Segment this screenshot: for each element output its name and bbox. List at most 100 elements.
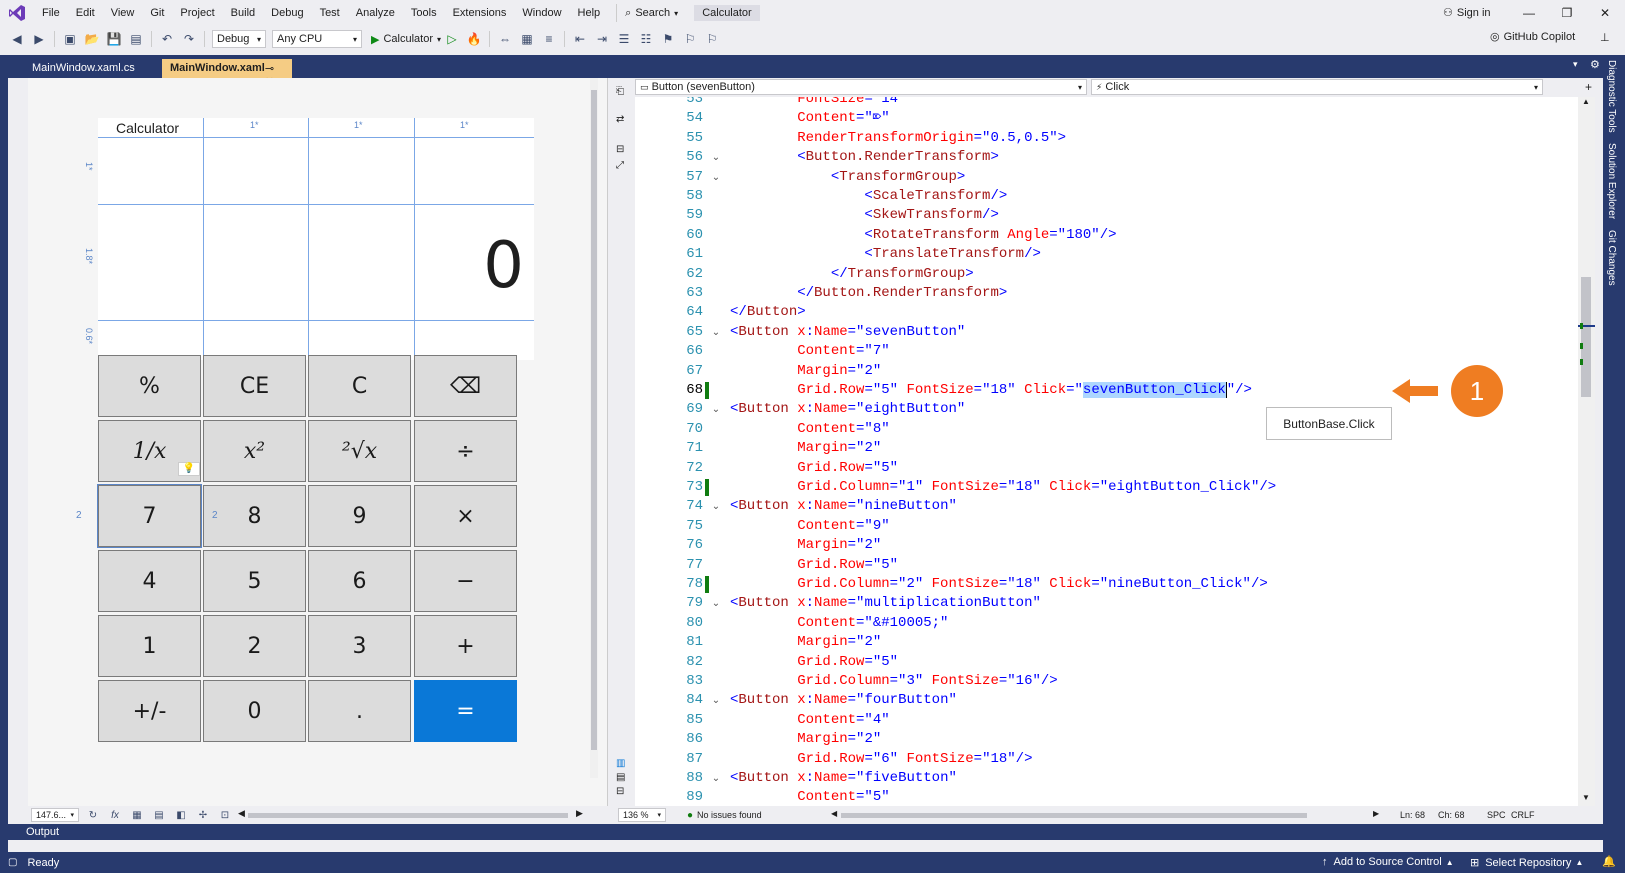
snap-icon[interactable]: ✢	[194, 806, 212, 824]
menu-test[interactable]: Test	[312, 0, 348, 26]
calc-button-percent[interactable]: %	[98, 355, 201, 417]
calc-button-plus[interactable]: +	[414, 615, 517, 677]
design-view-icon[interactable]: ▥	[616, 758, 625, 769]
calc-button-c[interactable]: C	[308, 355, 411, 417]
editor-scroll-thumb[interactable]	[1581, 277, 1591, 397]
tab-overflow-icon[interactable]: ▾	[1573, 59, 1578, 70]
fold-toggle-icon[interactable]: ⌄	[710, 400, 722, 419]
code-line[interactable]: <Button x:Name="nineButton"	[730, 497, 957, 516]
menu-tools[interactable]: Tools	[403, 0, 445, 26]
pop-out-icon[interactable]: ⤢	[616, 160, 624, 171]
visual-studio-logo-icon[interactable]	[0, 0, 34, 26]
code-line[interactable]: </Button>	[730, 303, 806, 322]
editor-horizontal-scrollbar[interactable]	[841, 813, 1307, 818]
calc-button-three[interactable]: 3	[308, 615, 411, 677]
code-line[interactable]: Grid.Row="5"	[730, 653, 898, 672]
fold-toggle-icon[interactable]: ⌄	[710, 148, 722, 167]
platform-select[interactable]: Any CPU ▾	[272, 30, 362, 48]
comment-icon[interactable]: ☰	[615, 30, 633, 48]
pin-tab-icon[interactable]: ⊸	[265, 63, 274, 75]
start-without-debugging-icon[interactable]: ▷	[443, 30, 461, 48]
forward-icon[interactable]: ▶	[30, 30, 48, 48]
uncomment-icon[interactable]: ☷	[637, 30, 655, 48]
code-line[interactable]: <Button x:Name="multiplicationButton"	[730, 594, 1041, 613]
collapse-pane-icon[interactable]: ⊟	[616, 144, 624, 155]
add-to-source-control-button[interactable]: ↑ Add to Source Control ▲	[1322, 856, 1454, 868]
restore-button[interactable]: ❐	[1548, 0, 1586, 26]
calc-button-seven-selected[interactable]: 7	[97, 484, 202, 548]
bookmark-next-icon[interactable]: ⚐	[703, 30, 721, 48]
calc-button-sqrt[interactable]: ²√x	[308, 420, 411, 482]
quick-actions-lightbulb-icon[interactable]: 💡	[178, 462, 200, 476]
minimize-button[interactable]: —	[1510, 0, 1548, 26]
pin-icon[interactable]: ⊥	[1600, 31, 1610, 44]
code-line[interactable]: Margin="2"	[730, 730, 881, 749]
code-line[interactable]: Grid.Row="5"	[730, 556, 898, 575]
line-indicator[interactable]: Ln: 68	[1400, 810, 1425, 820]
grid-alt-icon[interactable]: ▤	[150, 806, 168, 824]
undo-icon[interactable]: ↶	[158, 30, 176, 48]
menu-help[interactable]: Help	[570, 0, 609, 26]
code-line[interactable]: Grid.Column="1" FontSize="18" Click="eig…	[730, 478, 1276, 497]
format-icon[interactable]: ≡	[540, 30, 558, 48]
calc-button-minus[interactable]: −	[414, 550, 517, 612]
calc-button-divide[interactable]: ÷	[414, 420, 517, 482]
code-line[interactable]: Content="⌦"	[730, 109, 889, 128]
code-line[interactable]: Margin="2"	[730, 633, 881, 652]
side-tab-solution-explorer[interactable]: Solution Explorer	[1606, 143, 1617, 219]
step-icon[interactable]: ⇤	[571, 30, 589, 48]
menu-extensions[interactable]: Extensions	[445, 0, 515, 26]
fold-toggle-icon[interactable]: ⌄	[710, 691, 722, 710]
event-select[interactable]: ⚡ Click ▾	[1091, 79, 1543, 95]
notifications-icon[interactable]: 🔔	[1602, 855, 1616, 868]
xaml-view-icon[interactable]: ▤	[616, 772, 625, 783]
code-line[interactable]: Margin="2"	[730, 362, 881, 381]
tab-mainwindow-xaml-cs[interactable]: MainWindow.xaml.cs	[24, 59, 154, 78]
grid-icon[interactable]: ▦	[128, 806, 146, 824]
split-vertical-icon[interactable]: ⇄	[616, 114, 624, 125]
fold-toggle-icon[interactable]: ⌄	[710, 168, 722, 187]
calc-button-five[interactable]: 5	[203, 550, 306, 612]
code-line[interactable]: Content="7"	[730, 342, 889, 361]
code-line[interactable]: <TransformGroup>	[730, 168, 965, 187]
element-select[interactable]: ▭ Button (sevenButton) ▾	[635, 79, 1087, 95]
code-line[interactable]: </TransformGroup>	[730, 265, 974, 284]
calc-button-decimal[interactable]: .	[308, 680, 411, 742]
designer-horizontal-scrollbar[interactable]	[248, 813, 568, 818]
code-line[interactable]: FontSize="14"	[730, 97, 906, 109]
menu-window[interactable]: Window	[514, 0, 569, 26]
open-icon[interactable]: 📂	[83, 30, 101, 48]
calc-button-four[interactable]: 4	[98, 550, 201, 612]
calc-button-nine[interactable]: 9	[308, 485, 411, 547]
xaml-designer[interactable]: Calculator 0 1* 1* 1* 1* 1.8* 0.6* % CE …	[28, 78, 608, 806]
start-debugging-button[interactable]: ▶ Calculator ▾	[371, 33, 441, 46]
redo-icon[interactable]: ↷	[180, 30, 198, 48]
code-line[interactable]: <TranslateTransform/>	[730, 245, 1040, 264]
tab-mainwindow-xaml[interactable]: MainWindow.xaml ⊸ ✕	[162, 59, 292, 88]
line-ending-indicator[interactable]: CRLF	[1511, 810, 1535, 820]
code-line[interactable]: Content="4"	[730, 711, 889, 730]
code-line[interactable]: <Button x:Name="sevenButton"	[730, 323, 965, 342]
side-tab-diagnostic-tools[interactable]: Diagnostic Tools	[1606, 60, 1617, 133]
fold-toggle-icon[interactable]: ⌄	[710, 594, 722, 613]
code-line[interactable]: Content="8"	[730, 420, 889, 439]
code-line[interactable]: Grid.Column="2" FontSize="18" Click="nin…	[730, 575, 1268, 594]
fold-toggle-icon[interactable]: ⌄	[710, 497, 722, 516]
code-line[interactable]: <RotateTransform Angle="180"/>	[730, 226, 1116, 245]
save-all-icon[interactable]: ▤	[127, 30, 145, 48]
scroll-right-icon[interactable]: ▶	[576, 808, 583, 819]
menu-build[interactable]: Build	[223, 0, 263, 26]
calc-button-eight[interactable]: 8	[203, 485, 306, 547]
calc-button-backspace[interactable]: ⌫	[414, 355, 517, 417]
calc-button-negate[interactable]: +/-	[98, 680, 201, 742]
code-line[interactable]: <SkewTransform/>	[730, 206, 998, 225]
bookmark-prev-icon[interactable]: ⚐	[681, 30, 699, 48]
code-line[interactable]: RenderTransformOrigin="0.5,0.5">	[730, 129, 1066, 148]
swap-panes-icon[interactable]: ⎗	[616, 86, 624, 97]
layout-icon[interactable]: ▦	[518, 30, 536, 48]
calc-button-six[interactable]: 6	[308, 550, 411, 612]
fold-toggle-icon[interactable]: ⌄	[710, 769, 722, 788]
xaml-code-editor[interactable]: 53 FontSize="14" 54 Content="⌦" 55 RenderT…	[635, 97, 1578, 806]
code-line[interactable]: <Button.RenderTransform>	[730, 148, 999, 167]
code-line[interactable]: Grid.Row="6" FontSize="18"/>	[730, 750, 1032, 769]
